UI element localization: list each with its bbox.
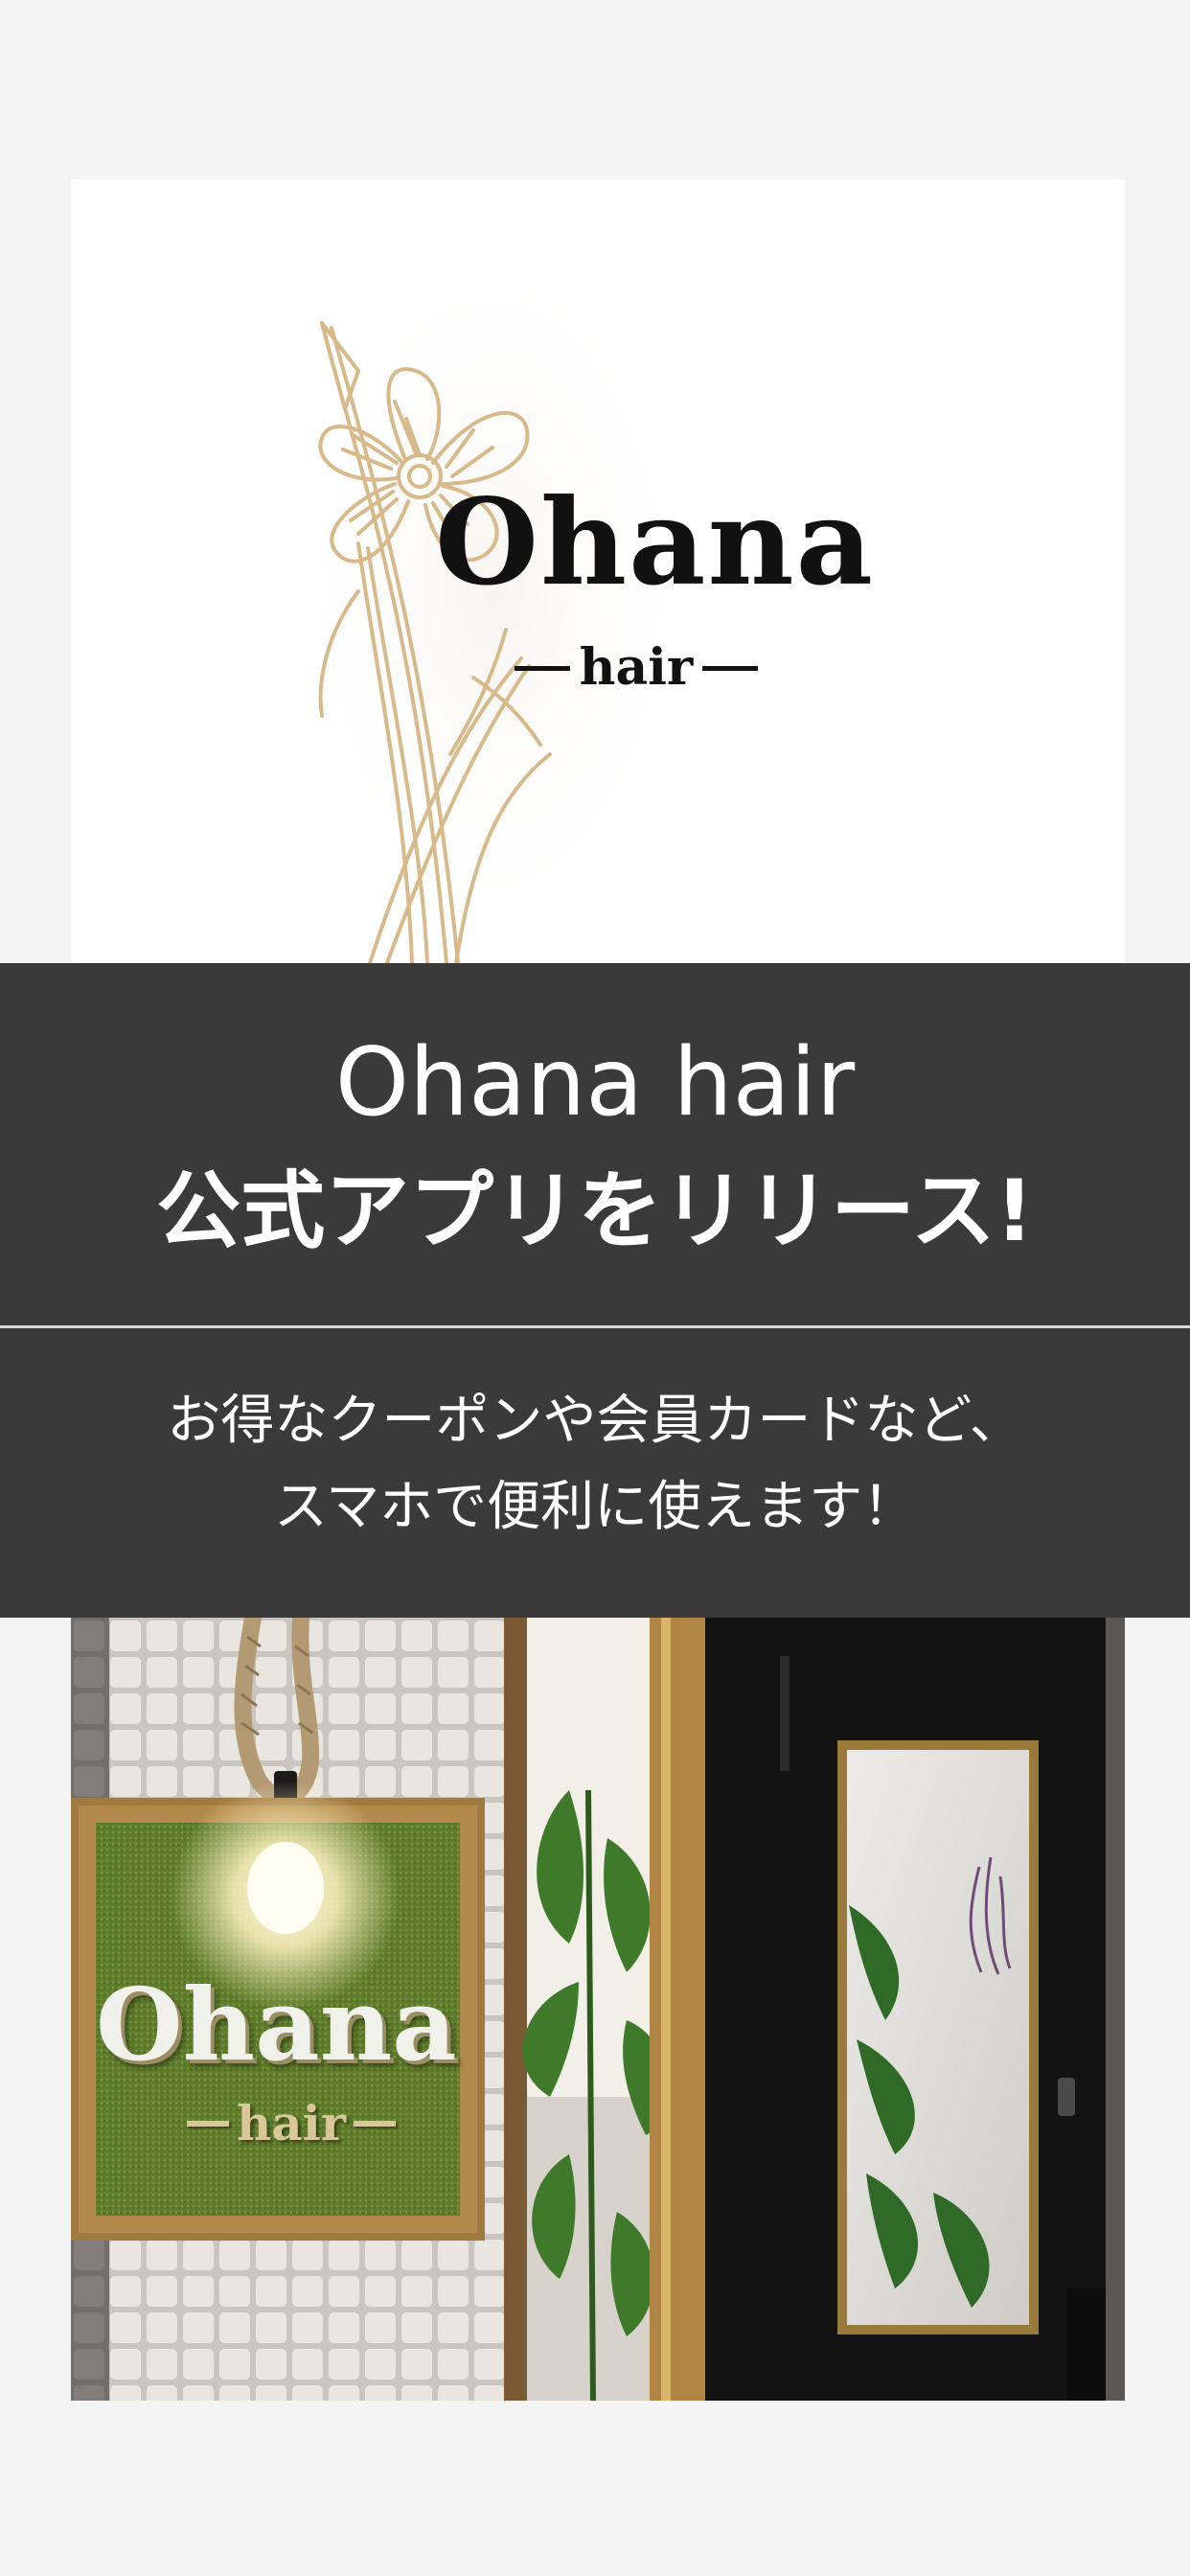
headline-release: 公式アプリをリリース!: [156, 1162, 1034, 1260]
subtext-line-2: スマホで便利に使えます！: [273, 1476, 917, 1538]
logo-dash-left: [514, 665, 570, 671]
logo-subtitle: hair: [454, 639, 818, 697]
storefront-photo: Ohana hair: [71, 1618, 1125, 2401]
sign-dash-left: [186, 2121, 229, 2127]
logo-wordmark: Ohana: [435, 473, 876, 612]
storefront-sign-subtitle-text: hair: [236, 2095, 347, 2151]
subtext-line-1: お得なクーポンや会員カードなど、: [167, 1390, 1023, 1452]
logo-subtitle-text: hair: [579, 638, 694, 697]
headline-band: Ohana hair 公式アプリをリリース!: [0, 963, 1190, 1325]
storefront-sign-subtitle: hair: [148, 2095, 435, 2152]
sign-dash-right: [354, 2121, 397, 2127]
headline-title: Ohana hair: [334, 1028, 856, 1138]
logo-dash-right: [702, 665, 759, 671]
subtext-band: お得なクーポンや会員カードなど、 スマホで便利に使えます！: [0, 1328, 1190, 1618]
storefront-sign-wordmark: Ohana: [96, 1966, 457, 2083]
logo-card: Ohana hair: [71, 179, 1125, 963]
